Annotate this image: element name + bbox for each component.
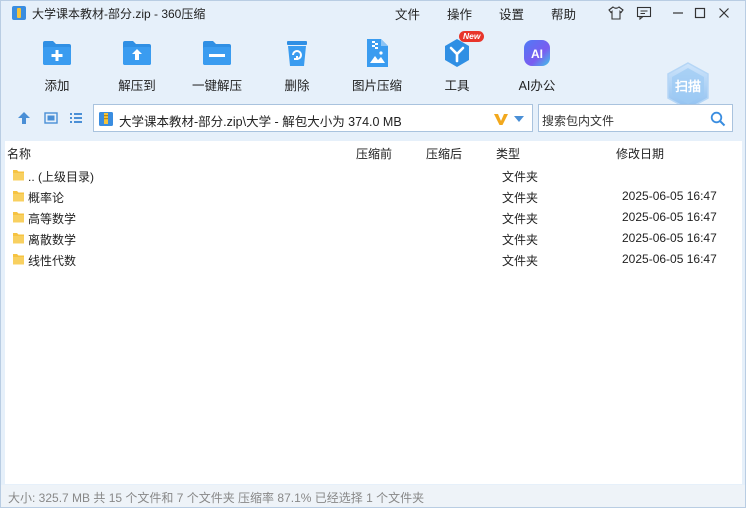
app-logo-icon: [12, 6, 26, 20]
add-icon: [43, 41, 71, 65]
address-row: 大学课本教材-部分.zip\大学 - 解包大小为 374.0 MB 搜索包内文件: [1, 103, 745, 133]
table-row[interactable]: .. (上级目录) 文件夹: [5, 165, 742, 186]
row-modified: 2025-06-05 16:47: [622, 210, 717, 224]
menu-help[interactable]: 帮助: [551, 4, 576, 23]
one-click-extract-icon: [203, 41, 231, 65]
scan-label: 扫描: [675, 79, 701, 94]
folder-icon: [13, 212, 24, 223]
maximize-icon[interactable]: [689, 3, 711, 23]
address-path: 大学课本教材-部分.zip\大学 - 解包大小为 374.0 MB: [119, 115, 402, 129]
thumbnail-view-icon[interactable]: [44, 111, 58, 125]
column-packed[interactable]: 压缩后: [426, 145, 462, 162]
feedback-icon[interactable]: [633, 3, 655, 23]
row-type: 文件夹: [502, 254, 539, 268]
extract-to-button[interactable]: 解压到: [97, 37, 177, 93]
app-window: 大学课本教材-部分.zip - 360压缩 文件 操作 设置 帮助 添加 解压到…: [0, 0, 746, 508]
folder-icon: [13, 191, 24, 202]
row-name: 概率论: [28, 191, 65, 205]
status-bar: 大小: 325.7 MB 共 15 个文件和 7 个文件夹 压缩率 87.1% …: [1, 485, 745, 507]
table-row[interactable]: 概率论 文件夹 2025-06-05 16:47: [5, 186, 742, 207]
minimize-icon[interactable]: [667, 3, 689, 23]
ai-office-button[interactable]: AI AI办公: [497, 37, 577, 93]
row-type: 文件夹: [502, 170, 539, 184]
row-name: .. (上级目录): [28, 170, 94, 184]
search-icon[interactable]: [710, 111, 726, 127]
column-modified[interactable]: 修改日期: [616, 145, 664, 162]
delete-icon: [287, 41, 307, 66]
row-type: 文件夹: [502, 212, 539, 226]
table-row[interactable]: 离散数学 文件夹 2025-06-05 16:47: [5, 228, 742, 249]
row-name: 离散数学: [28, 233, 77, 247]
search-input[interactable]: 搜索包内文件: [542, 112, 614, 129]
ai-icon-text: AI: [531, 47, 543, 61]
column-compressed[interactable]: 压缩前: [356, 145, 392, 162]
table-row[interactable]: 高等数学 文件夹 2025-06-05 16:47: [5, 207, 742, 228]
skin-icon[interactable]: [605, 3, 627, 23]
row-name: 线性代数: [28, 254, 77, 268]
ai-office-icon: AI: [524, 40, 550, 66]
add-label: 添加: [44, 79, 70, 93]
tools-label: 工具: [444, 79, 470, 93]
list-header: 名称 压缩前 压缩后 类型 修改日期: [5, 141, 742, 163]
archive-icon: [99, 112, 113, 126]
column-name[interactable]: 名称: [7, 145, 31, 162]
image-compress-button[interactable]: 图片压缩: [337, 37, 417, 93]
row-type: 文件夹: [502, 191, 539, 205]
row-name: 高等数学: [28, 212, 77, 226]
delete-label: 删除: [284, 79, 310, 93]
search-box[interactable]: 搜索包内文件: [538, 104, 733, 132]
folder-icon: [13, 170, 24, 181]
extract-to-icon: [123, 41, 151, 65]
menu-file[interactable]: 文件: [395, 4, 420, 23]
menu-settings[interactable]: 设置: [499, 4, 524, 23]
up-level-icon[interactable]: [17, 111, 31, 125]
row-type: 文件夹: [502, 233, 539, 247]
toolbar: 添加 解压到 一键解压 删除 图片压缩 New 工具 AI AI办公 扫描: [1, 25, 745, 110]
address-bar[interactable]: 大学课本教材-部分.zip\大学 - 解包大小为 374.0 MB: [93, 104, 533, 132]
status-text: 大小: 325.7 MB 共 15 个文件和 7 个文件夹 压缩率 87.1% …: [8, 491, 425, 505]
column-type[interactable]: 类型: [496, 145, 520, 162]
add-button[interactable]: 添加: [17, 37, 97, 93]
close-icon[interactable]: [713, 3, 735, 23]
image-compress-icon: [367, 39, 388, 67]
list-view-icon[interactable]: [69, 111, 83, 125]
image-compress-label: 图片压缩: [351, 79, 402, 93]
new-badge: New: [459, 31, 485, 42]
file-list: 名称 压缩前 压缩后 类型 修改日期 .. (上级目录) 文件夹 概率论 文件夹…: [5, 141, 742, 484]
title-bar: 大学课本教材-部分.zip - 360压缩 文件 操作 设置 帮助: [1, 1, 745, 25]
table-row[interactable]: 线性代数 文件夹 2025-06-05 16:47: [5, 249, 742, 270]
delete-button[interactable]: 删除: [257, 37, 337, 93]
row-modified: 2025-06-05 16:47: [622, 252, 717, 266]
ai-office-label: AI办公: [518, 79, 556, 93]
folder-icon: [13, 233, 24, 244]
window-title: 大学课本教材-部分.zip - 360压缩: [32, 7, 206, 21]
folder-icon: [13, 254, 24, 265]
menu-operate[interactable]: 操作: [447, 4, 472, 23]
extract-to-label: 解压到: [118, 79, 156, 93]
verify-icon[interactable]: [493, 111, 509, 127]
tools-button[interactable]: New 工具: [417, 31, 497, 93]
one-click-extract-label: 一键解压: [191, 79, 242, 93]
row-modified: 2025-06-05 16:47: [622, 189, 717, 203]
chevron-down-icon[interactable]: [514, 116, 524, 122]
row-modified: 2025-06-05 16:47: [622, 231, 717, 245]
one-click-extract-button[interactable]: 一键解压: [177, 37, 257, 93]
